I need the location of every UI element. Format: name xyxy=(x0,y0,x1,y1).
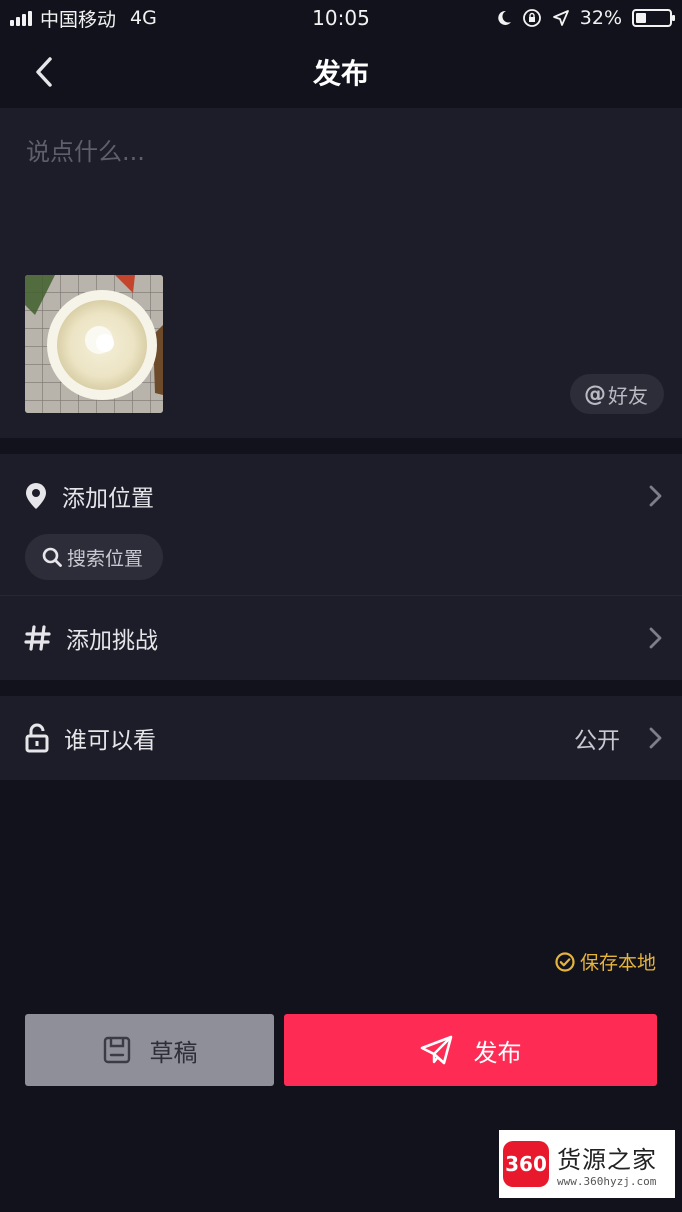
chevron-left-icon xyxy=(36,57,52,87)
search-location-label: 搜索位置 xyxy=(67,547,144,570)
caption-input[interactable] xyxy=(26,132,646,172)
page-title: 发布 xyxy=(312,57,369,90)
section-gap xyxy=(0,680,682,696)
unlock-icon xyxy=(25,723,49,753)
add-location-label: 添加位置 xyxy=(62,486,154,512)
draft-button[interactable]: 草稿 xyxy=(25,1014,274,1086)
search-location-chip[interactable]: 搜索位置 xyxy=(25,534,164,580)
add-location-row[interactable]: 添加位置 xyxy=(0,454,682,538)
location-arrow-icon xyxy=(552,10,569,26)
save-local-label: 保存本地 xyxy=(579,952,656,974)
add-challenge-row[interactable]: 添加挑战 xyxy=(0,596,682,680)
watermark-logo: 360 xyxy=(503,1141,549,1187)
watermark: 360 货源之家 www.360hyzj.com xyxy=(499,1130,675,1198)
watermark-text: 货源之家 www.360hyzj.com xyxy=(557,1140,657,1188)
signal-icon xyxy=(10,10,32,26)
back-button[interactable] xyxy=(26,54,62,90)
who-can-view-label: 谁可以看 xyxy=(64,728,156,754)
video-thumbnail[interactable] xyxy=(25,275,163,413)
watermark-name: 货源之家 xyxy=(557,1146,657,1174)
paper-plane-icon xyxy=(420,1035,452,1065)
location-pin-icon xyxy=(26,483,46,509)
battery-percent: 32% xyxy=(579,7,622,29)
status-left: 中国移动 4G xyxy=(10,5,157,32)
privacy-value: 公开 xyxy=(574,728,620,754)
carrier-name: 中国移动 xyxy=(40,8,117,31)
status-right: 32% xyxy=(496,7,675,29)
thumbnail-image xyxy=(25,275,163,413)
search-icon xyxy=(42,547,62,567)
nav-bar: 发布 xyxy=(0,36,682,108)
status-bar: 中国移动 4G 10:05 32% xyxy=(0,0,682,36)
battery-icon xyxy=(632,9,675,27)
chevron-right-icon xyxy=(648,484,662,508)
battery-level xyxy=(636,13,647,23)
who-can-view-row[interactable]: 谁可以看 公开 xyxy=(0,696,682,780)
watermark-url: www.360hyzj.com xyxy=(557,1175,657,1188)
publish-button[interactable]: 发布 xyxy=(284,1014,657,1086)
chevron-right-icon xyxy=(648,726,662,750)
at-icon: @ xyxy=(584,381,606,407)
chevron-right-icon xyxy=(648,626,662,650)
publish-label: 发布 xyxy=(473,1038,522,1067)
section-gap xyxy=(0,438,682,454)
check-circle-icon xyxy=(555,951,575,972)
privacy-card: 谁可以看 公开 xyxy=(0,696,682,780)
save-local-toggle[interactable]: 保存本地 xyxy=(554,948,656,975)
rotation-lock-icon xyxy=(522,9,541,27)
hashtag-icon xyxy=(24,625,51,651)
add-challenge-label: 添加挑战 xyxy=(66,628,158,654)
draft-label: 草稿 xyxy=(149,1038,198,1067)
mention-friends-button[interactable]: @ 好友 xyxy=(570,374,664,414)
network-type: 4G xyxy=(130,7,157,29)
draft-icon xyxy=(103,1036,130,1064)
moon-icon xyxy=(498,10,511,25)
options-card: 添加位置 搜索位置 添加挑战 xyxy=(0,454,682,680)
compose-card: @ 好友 xyxy=(0,108,682,438)
mention-friends-label: 好友 xyxy=(608,383,648,408)
